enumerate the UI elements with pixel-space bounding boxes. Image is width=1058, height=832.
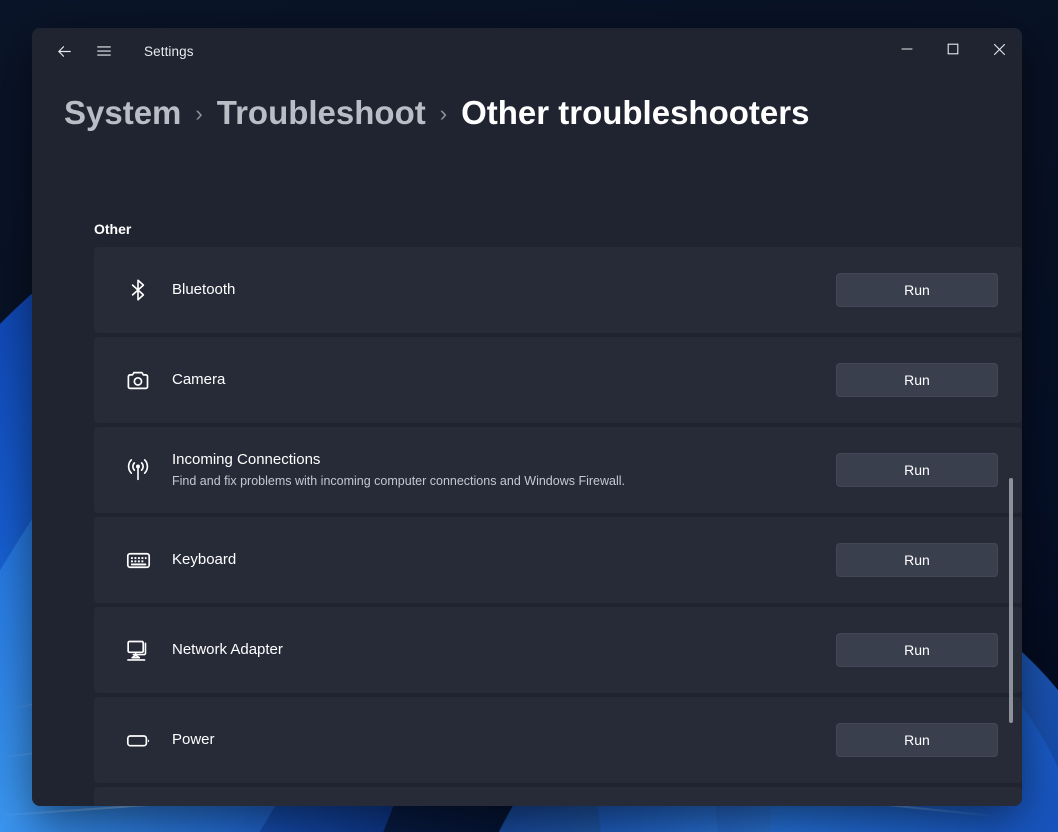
close-button[interactable] xyxy=(976,28,1022,70)
breadcrumb-item-system[interactable]: System xyxy=(64,94,181,132)
breadcrumb: System › Troubleshoot › Other troublesho… xyxy=(32,74,1022,132)
app-title: Settings xyxy=(144,43,194,59)
back-arrow-icon xyxy=(57,45,71,57)
content-area: Other Bluetooth Run Camera Run Incoming Co… xyxy=(32,188,1022,806)
troubleshooter-text: Camera xyxy=(172,370,836,390)
troubleshooter-row[interactable]: Incoming Connections Find and fix problem… xyxy=(94,427,1022,513)
troubleshooter-text: Power xyxy=(172,730,836,750)
window-controls xyxy=(884,28,1022,70)
close-icon xyxy=(993,43,1005,55)
run-button[interactable]: Run xyxy=(836,543,998,577)
network-adapter-icon xyxy=(116,637,160,664)
minimize-button[interactable] xyxy=(884,28,930,70)
breadcrumb-item-current: Other troubleshooters xyxy=(461,94,810,131)
troubleshooter-name: Bluetooth xyxy=(172,281,236,298)
run-button[interactable]: Run xyxy=(836,633,998,667)
maximize-button[interactable] xyxy=(930,28,976,70)
window-titlebar: Settings xyxy=(32,28,1022,74)
battery-icon xyxy=(116,727,160,754)
scrollbar[interactable] xyxy=(1005,328,1017,806)
troubleshooter-text: Network Adapter xyxy=(172,640,836,660)
troubleshooter-name: Power xyxy=(172,731,215,748)
troubleshooter-row[interactable]: Keyboard Run xyxy=(94,517,1022,603)
breadcrumb-item-troubleshoot[interactable]: Troubleshoot xyxy=(217,94,426,132)
hamburger-menu-button[interactable] xyxy=(86,35,122,67)
troubleshooter-list: Bluetooth Run Camera Run Incoming Connecti… xyxy=(94,247,1022,806)
scrollbar-thumb[interactable] xyxy=(1009,478,1013,723)
run-button[interactable]: Run xyxy=(836,363,998,397)
troubleshooter-text: Incoming Connections Find and fix problem… xyxy=(172,450,836,490)
troubleshooter-row[interactable]: Power Run xyxy=(94,697,1022,783)
bluetooth-icon xyxy=(116,277,160,303)
minimize-icon xyxy=(901,48,913,50)
troubleshooter-row[interactable]: Program Compatibility TroubleshooterRun xyxy=(94,787,1022,806)
troubleshooter-text: Bluetooth xyxy=(172,280,836,300)
maximize-icon xyxy=(947,43,959,55)
breadcrumb-separator-icon: › xyxy=(439,101,448,126)
troubleshooter-name: Network Adapter xyxy=(172,641,283,658)
section-title: Other xyxy=(94,221,132,237)
hamburger-menu-icon xyxy=(97,46,111,56)
run-button[interactable]: Run xyxy=(836,723,998,757)
troubleshooter-row[interactable]: Bluetooth Run xyxy=(94,247,1022,333)
troubleshooter-row[interactable]: Network Adapter Run xyxy=(94,607,1022,693)
troubleshooter-description: Find and fix problems with incoming comp… xyxy=(172,474,625,488)
breadcrumb-separator-icon: › xyxy=(195,101,203,126)
troubleshooter-name: Incoming Connections xyxy=(172,451,321,468)
settings-window: Settings System › Troubleshoot › Other t… xyxy=(32,28,1022,806)
broadcast-signal-icon xyxy=(116,456,160,484)
camera-icon xyxy=(116,367,160,394)
run-button[interactable]: Run xyxy=(836,453,998,487)
keyboard-icon xyxy=(116,547,160,574)
troubleshooter-name: Camera xyxy=(172,371,226,388)
troubleshooter-text: Keyboard xyxy=(172,550,836,570)
back-button[interactable] xyxy=(46,35,82,67)
run-button[interactable]: Run xyxy=(836,273,998,307)
troubleshooter-row[interactable]: Camera Run xyxy=(94,337,1022,423)
troubleshooter-name: Keyboard xyxy=(172,551,237,568)
